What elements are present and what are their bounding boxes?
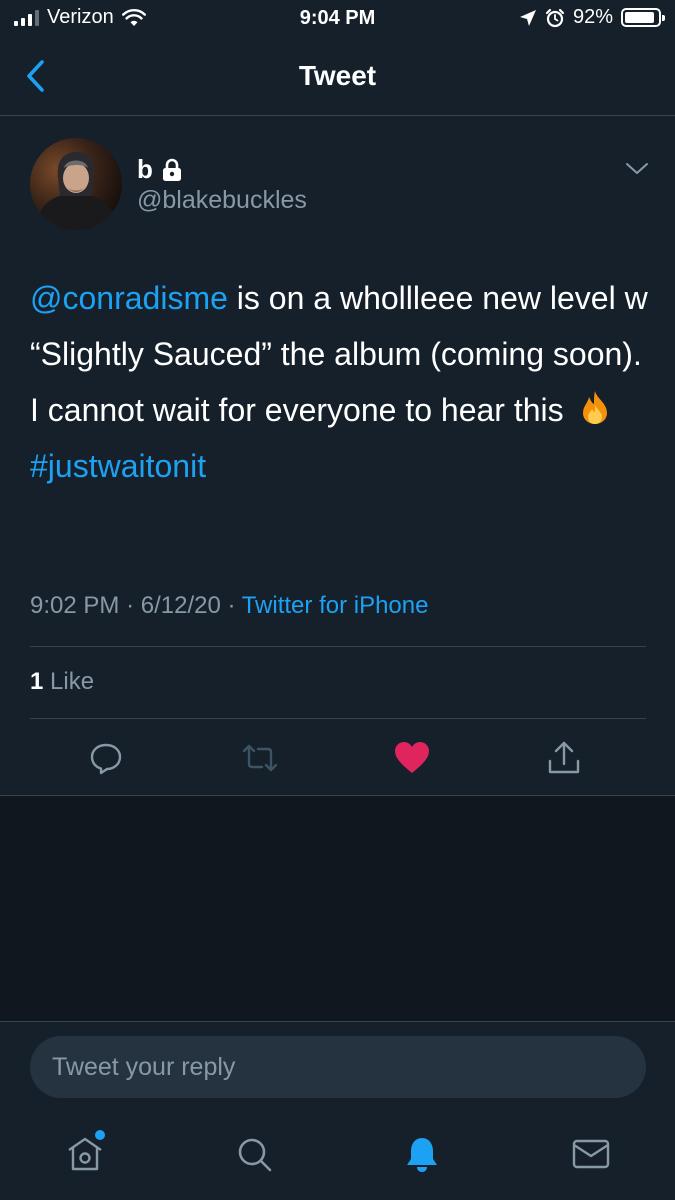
tab-home[interactable] — [63, 1130, 107, 1176]
avatar-photo — [30, 138, 122, 230]
tab-search[interactable] — [232, 1132, 276, 1176]
avatar[interactable] — [30, 138, 122, 230]
bell-icon — [407, 1138, 437, 1172]
mail-icon — [572, 1139, 610, 1169]
reply-button[interactable] — [84, 736, 128, 780]
status-right: 92% — [519, 6, 665, 29]
home-icon — [68, 1137, 102, 1171]
meta-separator: · — [227, 592, 236, 619]
chevron-down-icon — [626, 163, 648, 174]
hashtag-link[interactable]: #justwaitonit — [30, 448, 206, 484]
nav-header: Tweet — [0, 38, 675, 116]
retweet-button[interactable] — [238, 736, 282, 780]
tweet-meta: 9:02 PM · 6/12/20 · Twitter for iPhone — [30, 592, 428, 620]
share-button[interactable] — [542, 736, 586, 780]
divider — [30, 646, 646, 647]
tweet-body: @conradisme is on a whollleee new level … — [30, 270, 650, 494]
home-notification-dot — [95, 1130, 105, 1140]
replies-area — [0, 795, 675, 1022]
tab-messages[interactable] — [569, 1132, 613, 1176]
location-arrow-icon — [519, 9, 536, 26]
divider — [30, 718, 646, 719]
tweet-date: 6/12/20 — [140, 592, 221, 619]
tab-notifications[interactable] — [400, 1132, 444, 1176]
like-label: Like — [50, 668, 95, 695]
fire-emoji — [582, 391, 607, 424]
heart-icon — [395, 742, 429, 773]
page-title: Tweet — [298, 60, 377, 91]
tweet-source-link[interactable]: Twitter for iPhone — [242, 592, 429, 619]
mention-link[interactable]: @conradisme — [30, 280, 228, 316]
tweet-detail-screen: Verizon 9:04 PM 92% Tweet b @blakebuckle… — [0, 0, 675, 1200]
battery-level — [625, 12, 655, 23]
like-button[interactable] — [390, 736, 434, 780]
retweet-icon — [242, 744, 278, 772]
author-handle[interactable]: @blakebuckles — [137, 186, 307, 215]
back-button[interactable] — [18, 56, 58, 96]
author-name-row[interactable]: b — [137, 154, 183, 185]
status-bar: Verizon 9:04 PM 92% — [0, 0, 675, 38]
meta-separator: · — [126, 592, 135, 619]
chevron-left-icon — [27, 60, 44, 92]
tweet-options-button[interactable] — [622, 154, 652, 184]
reply-input[interactable] — [30, 1036, 646, 1098]
likes-summary[interactable]: 1 Like — [30, 668, 94, 696]
alarm-icon — [545, 8, 565, 27]
author-display-name: b — [137, 154, 153, 184]
reply-icon — [90, 743, 122, 775]
like-count: 1 — [30, 668, 44, 695]
battery-icon — [621, 8, 665, 27]
battery-percent: 92% — [572, 6, 613, 28]
lock-icon — [162, 158, 181, 181]
share-icon — [548, 741, 580, 774]
search-icon — [238, 1138, 272, 1172]
tweet-time: 9:02 PM — [30, 592, 120, 619]
